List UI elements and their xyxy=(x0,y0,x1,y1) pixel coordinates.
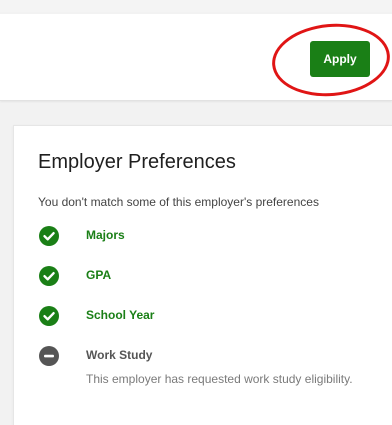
employer-preferences-card: Employer Preferences You don't match som… xyxy=(13,125,392,425)
top-strip xyxy=(0,0,392,12)
minus-circle-icon xyxy=(39,346,59,366)
preference-label: GPA xyxy=(86,268,112,282)
preference-label: School Year xyxy=(86,308,155,322)
check-circle-icon xyxy=(39,306,59,326)
check-circle-icon xyxy=(39,266,59,286)
card-subtitle: You don't match some of this employer's … xyxy=(38,195,319,209)
preference-label: Majors xyxy=(86,228,125,242)
preference-label: Work Study xyxy=(86,348,153,362)
page: Apply Employer Preferences You don't mat… xyxy=(0,0,392,425)
card-title: Employer Preferences xyxy=(38,151,236,173)
apply-button[interactable]: Apply xyxy=(310,41,370,77)
check-circle-icon xyxy=(39,226,59,246)
preference-description: This employer has requested work study e… xyxy=(86,372,353,386)
